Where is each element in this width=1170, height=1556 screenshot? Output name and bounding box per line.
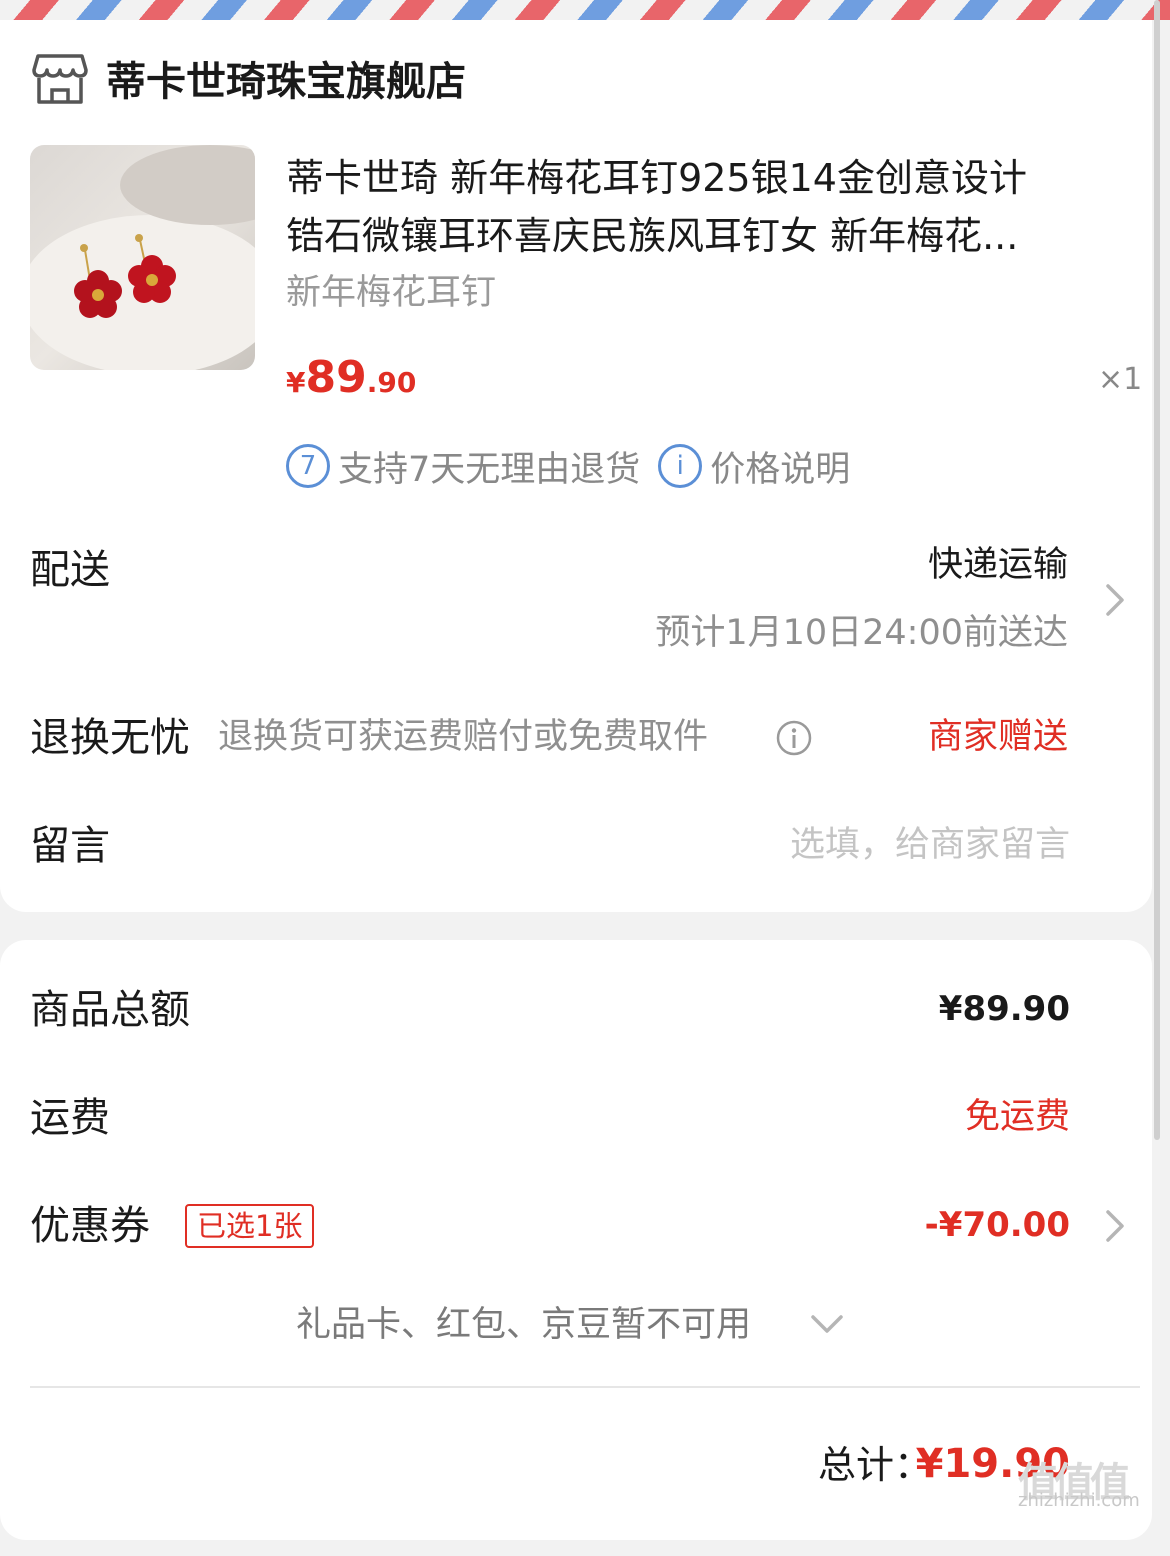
scrollbar[interactable] [1154, 0, 1160, 1140]
chevron-right-icon[interactable] [1104, 1208, 1126, 1244]
product-title-line-1[interactable]: 蒂卡世琦 新年梅花耳钉925银14金创意设计 [286, 150, 1027, 206]
goods-total-value: ¥89.90 [938, 989, 1070, 1029]
shipping-label: 运费 [30, 1095, 110, 1141]
store-name[interactable]: 蒂卡世琦珠宝旗舰店 [106, 56, 466, 108]
return-worry-free-description: 退换货可获运费赔付或免费取件 [218, 717, 709, 757]
goods-total-label: 商品总额 [30, 987, 190, 1033]
price-decimal: .90 [366, 366, 417, 399]
unavailable-payments-text[interactable]: 礼品卡、红包、京豆暂不可用 [296, 1300, 751, 1350]
price-explanation-link[interactable]: 价格说明 [710, 441, 850, 492]
merchant-gift-badge: 商家赠送 [927, 717, 1068, 757]
product-image[interactable] [30, 145, 255, 370]
chevron-right-icon[interactable] [1104, 582, 1126, 618]
watermark-site: zhizhizhi.com [1018, 1490, 1140, 1511]
chevron-down-icon[interactable] [810, 1312, 844, 1336]
coupon-selected-tag: 已选1张 [185, 1204, 315, 1248]
delivery-label: 配送 [30, 547, 110, 593]
product-quantity: ×1 [1098, 362, 1143, 397]
message-input[interactable]: 选填，给商家留言 [790, 820, 1070, 870]
price-integer: 89 [305, 352, 367, 403]
coupon-label: 优惠券 [30, 1203, 150, 1249]
delivery-eta: 预计1月10日24:00前送达 [655, 613, 1068, 653]
info-icon[interactable] [776, 720, 812, 756]
coupon-value[interactable]: -¥70.00 [925, 1200, 1070, 1250]
info-icon: i [658, 444, 703, 488]
airmail-border [0, 0, 1170, 20]
return-policy-text[interactable]: 支持7天无理由退货 [338, 441, 640, 492]
price-currency: ¥ [286, 366, 306, 399]
return-worry-free-label: 退换无忧 [30, 715, 190, 761]
plum-blossom-earring-image [30, 145, 255, 370]
summary-divider [30, 1386, 1140, 1388]
message-label: 留言 [30, 823, 110, 869]
shipping-value: 免运费 [964, 1097, 1070, 1137]
service-tags: 7 支持7天无理由退货 i 价格说明 [286, 440, 850, 492]
store-icon [32, 54, 88, 104]
product-title-line-2[interactable]: 锆石微镶耳环喜庆民族风耳钉女 新年梅花... [286, 208, 1018, 264]
return-7day-icon: 7 [286, 444, 330, 488]
product-variant: 新年梅花耳钉 [286, 273, 497, 313]
product-price: ¥89.90 [286, 350, 416, 415]
delivery-method[interactable]: 快递运输 [928, 540, 1068, 590]
